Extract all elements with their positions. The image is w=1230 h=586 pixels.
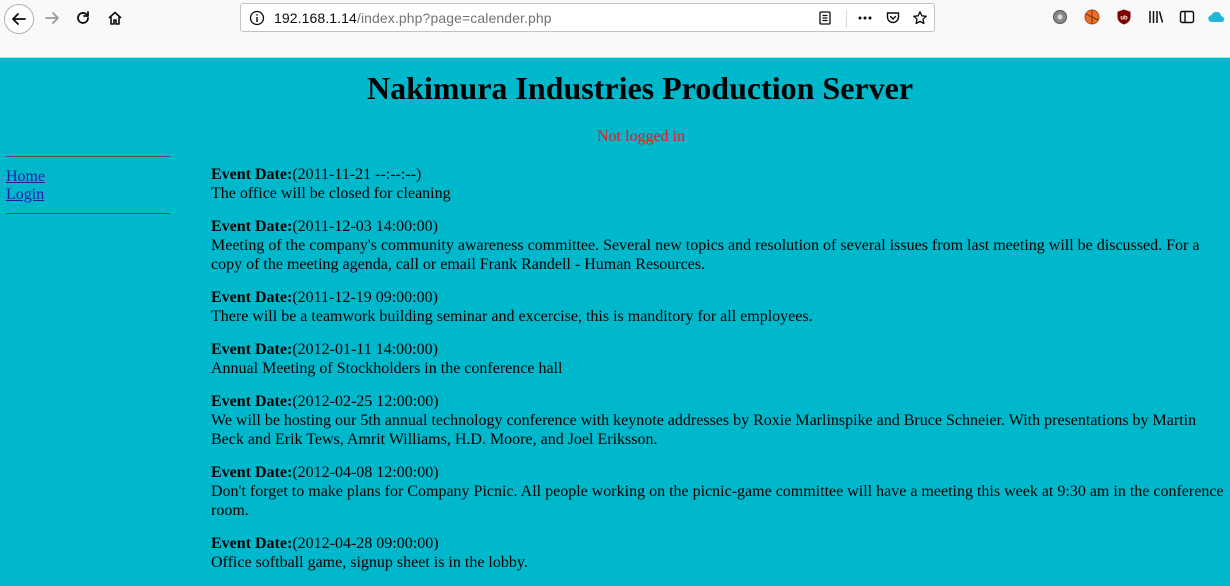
event-date-label: Event Date: — [211, 218, 293, 235]
bookmark-star-icon[interactable] — [910, 8, 930, 28]
address-bar[interactable]: 192.168.1.14/index.php?page=calender.php — [240, 3, 935, 32]
page-content: Nakimura Industries Production Server No… — [0, 58, 1230, 571]
event-item: Event Date:(2012-04-08 12:00:00) Don't f… — [211, 463, 1230, 520]
url-separator — [846, 10, 847, 28]
extension-ball-icon[interactable] — [1081, 6, 1103, 28]
sidebar-divider-bottom — [6, 213, 170, 214]
reload-icon — [77, 11, 89, 24]
forward-button[interactable] — [38, 4, 66, 32]
event-item: Event Date:(2011-12-03 14:00:00) Meeting… — [211, 217, 1230, 274]
event-text: There will be a teamwork building semina… — [211, 308, 813, 325]
event-text: Don't forget to make plans for Company P… — [211, 483, 1224, 519]
event-date: (2012-04-08 12:00:00) — [292, 464, 439, 481]
event-item: Event Date:(2012-01-11 14:00:00) Annual … — [211, 340, 1230, 378]
url-host: 192.168.1.14 — [274, 10, 357, 26]
event-text: The office will be closed for cleaning — [211, 185, 451, 202]
sidebar-link-home[interactable]: Home — [6, 168, 170, 186]
event-item: Event Date:(2012-04-28 09:00:00) Office … — [211, 534, 1230, 572]
event-text: Office softball game, signup sheet is in… — [211, 554, 528, 571]
event-list: Event Date:(2011-11-21 --:--:--) The off… — [211, 165, 1230, 586]
reader-view-icon[interactable] — [815, 8, 835, 28]
event-text: We will be hosting our 5th annual techno… — [211, 412, 1197, 448]
site-title: Nakimura Industries Production Server — [366, 70, 914, 106]
sidebar-link-login[interactable]: Login — [6, 186, 170, 204]
event-item: Event Date:(2011-11-21 --:--:--) The off… — [211, 165, 1230, 203]
event-text: Meeting of the company's community aware… — [211, 237, 1200, 273]
extension-gear-icon[interactable] — [1049, 6, 1071, 28]
event-item: Event Date:(2011-12-19 09:00:00) There w… — [211, 288, 1230, 326]
event-date: (2011-11-21 --:--:--) — [292, 166, 422, 183]
event-date: (2011-12-03 14:00:00) — [292, 218, 438, 235]
back-button[interactable] — [4, 4, 34, 34]
event-date-label: Event Date: — [211, 166, 293, 183]
event-item: Event Date:(2012-02-25 12:00:00) We will… — [211, 392, 1230, 449]
event-date: (2012-01-11 14:00:00) — [292, 341, 438, 358]
sidebar-links: Home Login — [6, 157, 170, 213]
event-text: Annual Meeting of Stockholders in the co… — [211, 360, 563, 377]
event-date-label: Event Date: — [211, 535, 293, 552]
sidebar-nav: Home Login — [6, 156, 170, 214]
event-date-label: Event Date: — [211, 464, 293, 481]
site-info-icon[interactable] — [247, 8, 267, 28]
pocket-icon[interactable] — [883, 8, 903, 28]
library-icon[interactable] — [1145, 6, 1167, 28]
url-path: /index.php?page=calender.php — [356, 10, 552, 26]
page-actions-icon[interactable] — [855, 8, 875, 28]
event-date-label: Event Date: — [211, 393, 293, 410]
event-date: (2012-02-25 12:00:00) — [292, 393, 439, 410]
event-date-label: Event Date: — [211, 289, 293, 306]
svg-text:ub: ub — [1120, 16, 1128, 22]
login-status: Not logged in — [597, 128, 685, 145]
reload-button[interactable] — [69, 4, 97, 32]
forward-arrow-icon — [45, 12, 59, 24]
event-date: (2011-12-19 09:00:00) — [292, 289, 438, 306]
ublock-origin-icon[interactable]: ub — [1113, 6, 1135, 28]
browser-toolbar: 192.168.1.14/index.php?page=calender.php… — [0, 0, 1230, 58]
url-text[interactable]: 192.168.1.14/index.php?page=calender.php — [274, 10, 552, 26]
cloud-sync-icon[interactable] — [1206, 6, 1228, 28]
event-date-label: Event Date: — [211, 341, 293, 358]
back-arrow-icon — [12, 13, 26, 25]
sidebar-toggle-icon[interactable] — [1176, 6, 1198, 28]
event-date: (2012-04-28 09:00:00) — [292, 535, 439, 552]
home-icon — [108, 11, 122, 25]
home-button[interactable] — [101, 4, 129, 32]
